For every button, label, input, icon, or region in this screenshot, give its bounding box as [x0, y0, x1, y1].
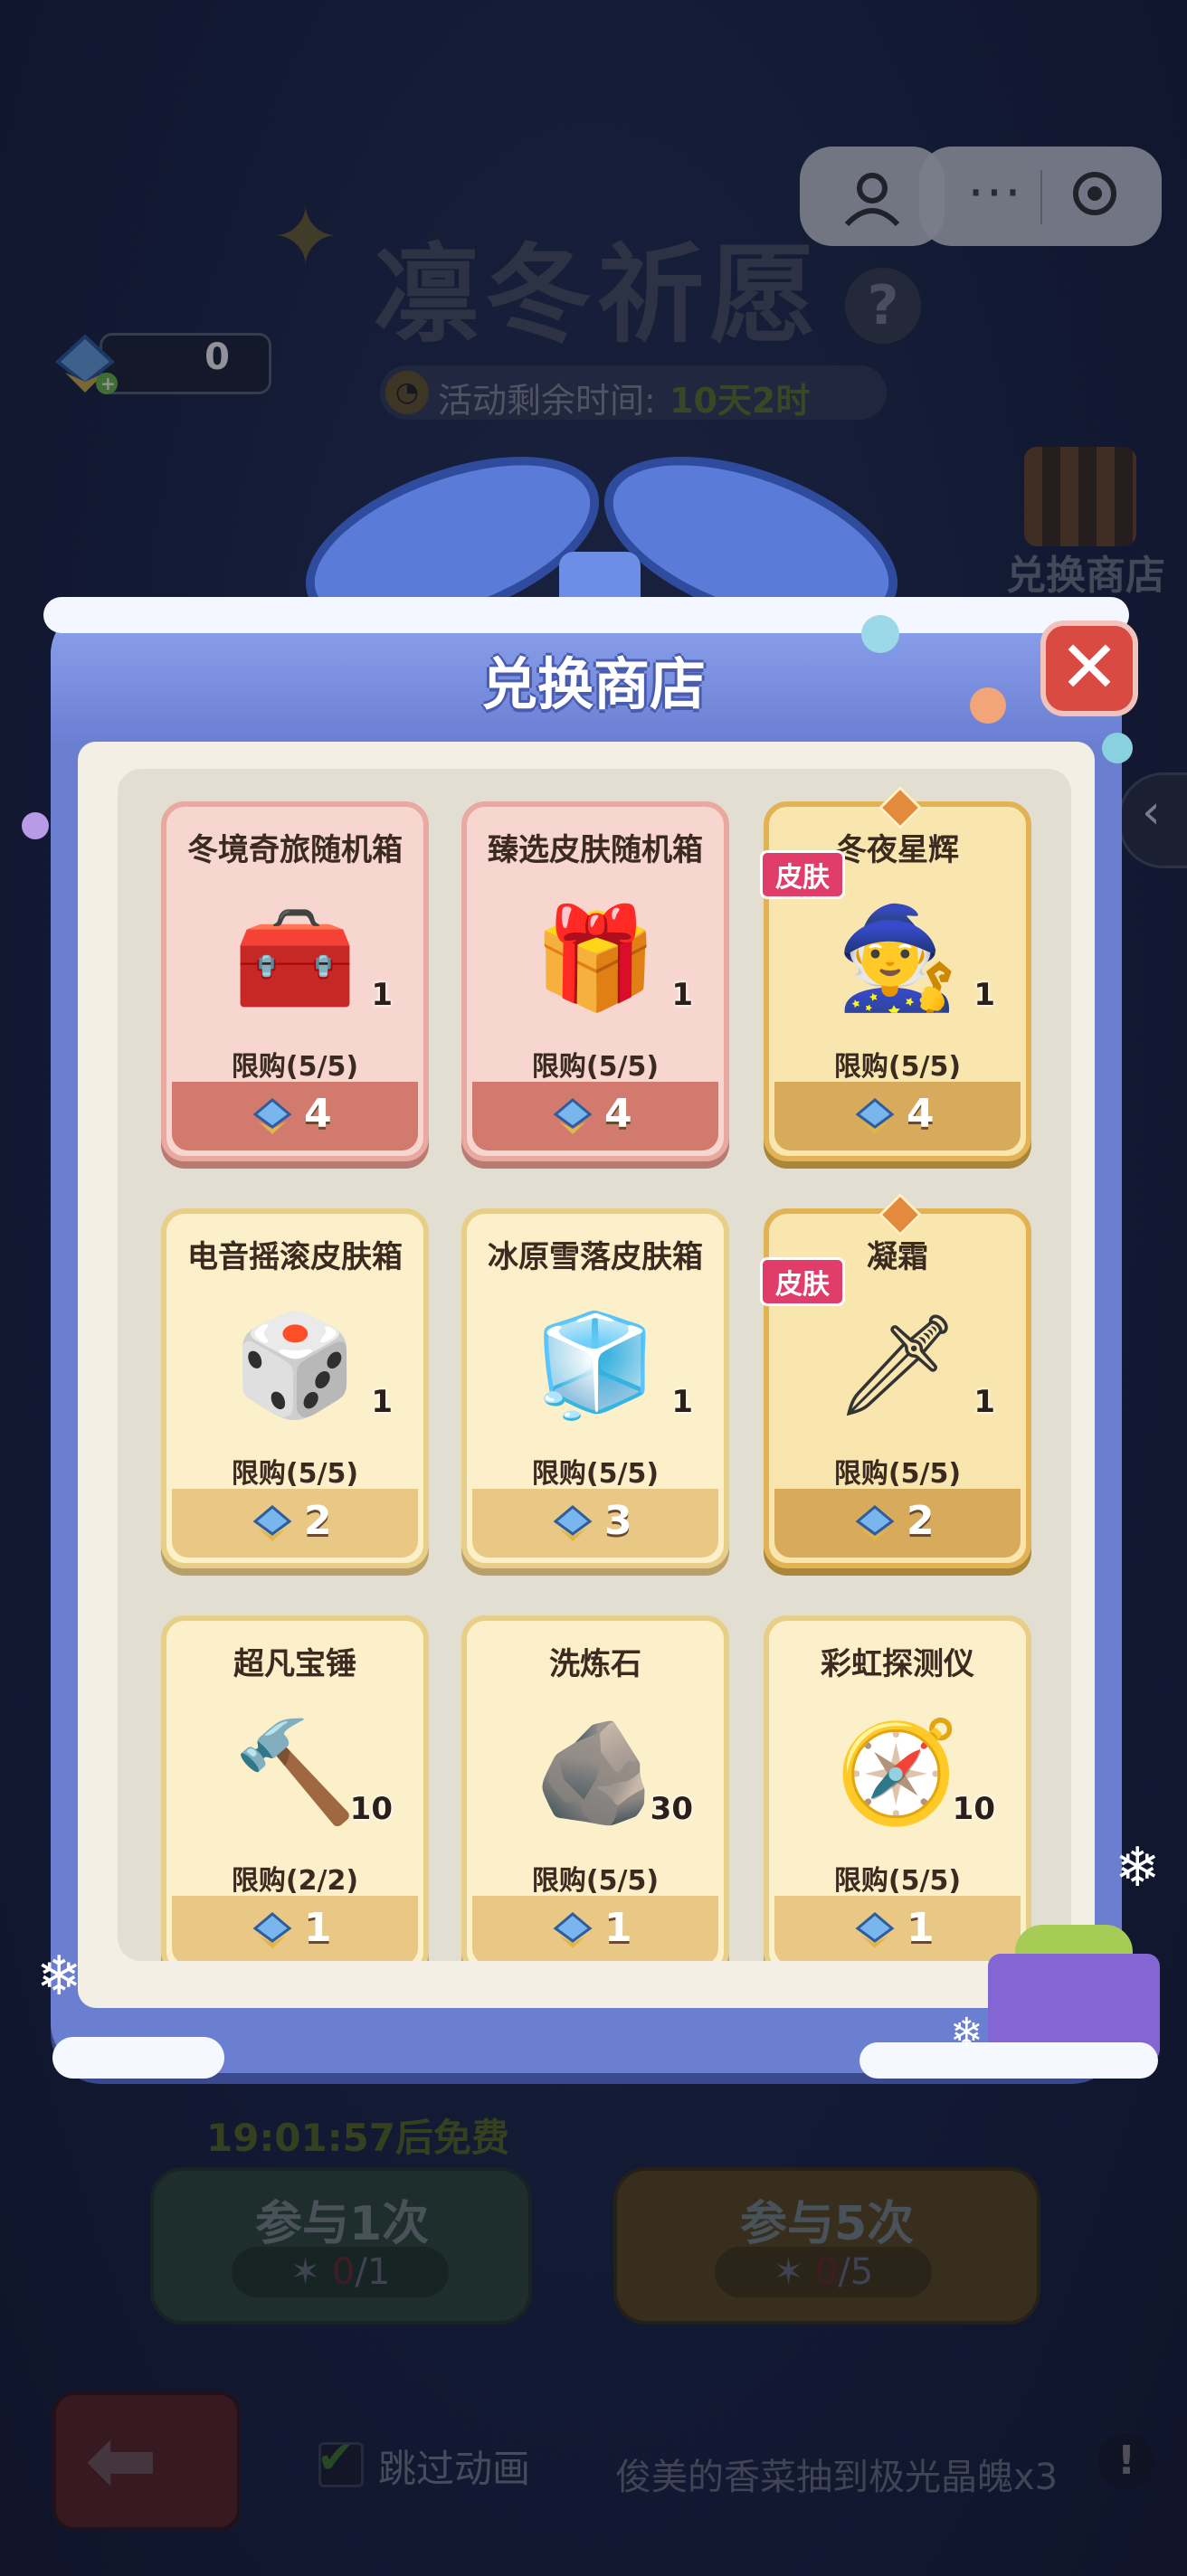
item-quantity: 1 — [973, 1384, 995, 1420]
purchase-limit: 限购(5/5) — [531, 1458, 660, 1490]
item-quantity: 1 — [371, 977, 393, 1013]
item-quantity: 1 — [973, 977, 995, 1013]
item-price: 3 — [604, 1498, 632, 1544]
buy-button[interactable]: 4 — [472, 1082, 718, 1151]
crystal-gem-icon — [553, 1098, 593, 1134]
crystal-gem-icon — [252, 1912, 292, 1948]
shop-item-card[interactable]: 超凡宝锤 🔨 10 限购(2/2) 1 — [161, 1615, 429, 1961]
treasure-chest-icon: 🧰 — [218, 881, 372, 1035]
purchase-limit: 限购(5/5) — [231, 1458, 359, 1490]
ornament-dot — [22, 812, 49, 839]
ornament-dot — [1102, 733, 1133, 763]
crystal-gem-icon — [553, 1505, 593, 1541]
purchase-limit: 限购(5/5) — [531, 1051, 660, 1083]
item-quantity: 30 — [650, 1791, 693, 1827]
item-price: 1 — [907, 1905, 935, 1951]
item-name: 洗炼石 — [549, 1646, 641, 1682]
item-quantity: 10 — [349, 1791, 393, 1827]
item-glyph: 🧙 — [835, 900, 960, 1016]
item-name: 冬境奇旅随机箱 — [187, 832, 403, 868]
item-glyph: 🧊 — [533, 1307, 658, 1423]
crystal-gem-icon — [252, 1505, 292, 1541]
skin-tag: 皮肤 — [760, 850, 845, 899]
item-name: 冰原雪落皮肤箱 — [488, 1239, 703, 1275]
item-glyph: 🧭 — [835, 1714, 960, 1830]
buy-button[interactable]: 1 — [472, 1896, 718, 1961]
item-quantity: 1 — [371, 1384, 393, 1420]
shop-item-card[interactable]: 臻选皮肤随机箱 🎁 1 限购(5/5) 4 — [461, 801, 729, 1161]
shop-item-card[interactable]: 冰原雪落皮肤箱 🧊 1 限购(5/5) 3 — [461, 1208, 729, 1568]
snow-pile — [52, 2037, 224, 2079]
buy-button[interactable]: 4 — [774, 1082, 1021, 1151]
crystal-gem-icon — [855, 1098, 895, 1134]
shop-item-card[interactable]: 彩虹探测仪 🧭 10 限购(5/5) 1 — [764, 1615, 1031, 1961]
purchase-limit: 限购(5/5) — [531, 1865, 660, 1897]
shop-item-card[interactable]: 电音摇滚皮肤箱 🎲 1 限购(5/5) 2 — [161, 1208, 429, 1568]
hero-skin-icon: 🧙 — [821, 881, 974, 1035]
hammer-icon: 🔨 — [218, 1695, 372, 1849]
item-name: 电音摇滚皮肤箱 — [187, 1239, 403, 1275]
buy-button[interactable]: 3 — [472, 1489, 718, 1558]
purchase-limit: 限购(5/5) — [833, 1458, 962, 1490]
item-quantity: 1 — [671, 977, 693, 1013]
shop-item-grid[interactable]: 冬境奇旅随机箱 🧰 1 限购(5/5) 4 臻选皮肤随机箱 🎁 1 限购(5/5) 4 冬夜星辉 🧙 皮… — [118, 769, 1071, 1961]
snowflake-icon: ❄ — [36, 1945, 82, 2008]
item-glyph: 🎁 — [533, 900, 658, 1016]
crystal-gem-icon — [855, 1505, 895, 1541]
buy-button[interactable]: 4 — [172, 1082, 418, 1151]
buy-button[interactable]: 1 — [774, 1896, 1021, 1961]
modal-title: 兑换商店 — [480, 651, 706, 717]
shop-item-card[interactable]: 洗炼石 🪨 30 限购(5/5) 1 — [461, 1615, 729, 1961]
crystal-gem-icon — [553, 1912, 593, 1948]
item-quantity: 1 — [671, 1384, 693, 1420]
item-name: 超凡宝锤 — [233, 1646, 356, 1682]
buy-button[interactable]: 2 — [774, 1489, 1021, 1558]
shop-item-card[interactable]: 冬夜星辉 🧙 皮肤 1 限购(5/5) 4 — [760, 785, 1031, 1161]
purchase-limit: 限购(5/5) — [231, 1051, 359, 1083]
ornament-dot — [970, 687, 1006, 724]
shop-item-card[interactable]: 冬境奇旅随机箱 🧰 1 限购(5/5) 4 — [161, 801, 429, 1161]
item-price: 4 — [907, 1091, 935, 1137]
item-price: 4 — [604, 1091, 632, 1137]
skin-tag: 皮肤 — [760, 1257, 845, 1306]
item-price: 2 — [304, 1498, 332, 1544]
snow-pile — [859, 2042, 1158, 2079]
purchase-limit: 限购(2/2) — [231, 1865, 359, 1897]
item-price: 4 — [304, 1091, 332, 1137]
close-button[interactable]: ✕ — [1040, 620, 1138, 716]
ice-sword-icon: 🗡 — [821, 1288, 974, 1442]
skin-box-ice-icon: 🧊 — [518, 1288, 672, 1442]
item-glyph: 🪨 — [533, 1714, 658, 1830]
purchase-limit: 限购(5/5) — [833, 1865, 962, 1897]
rarity-gem-icon — [878, 1192, 923, 1237]
snow-cap — [43, 597, 1129, 633]
item-glyph: 🗡 — [834, 1307, 961, 1423]
refining-stone-icon: 🪨 — [518, 1695, 672, 1849]
mystery-chest-icon: 🎁 — [518, 881, 672, 1035]
crystal-gem-icon — [855, 1912, 895, 1948]
buy-button[interactable]: 2 — [172, 1489, 418, 1558]
rainbow-detector-icon: 🧭 — [821, 1695, 974, 1849]
item-price: 1 — [604, 1905, 632, 1951]
ornament-dot — [861, 615, 899, 653]
item-name: 臻选皮肤随机箱 — [488, 832, 703, 868]
purchase-limit: 限购(5/5) — [833, 1051, 962, 1083]
skin-box-purple-icon: 🎲 — [218, 1288, 372, 1442]
item-glyph: 🔨 — [233, 1714, 357, 1830]
snowflake-icon: ❄ — [1115, 1836, 1161, 1899]
item-price: 2 — [907, 1498, 935, 1544]
crystal-gem-icon — [252, 1098, 292, 1134]
item-glyph: 🧰 — [233, 900, 357, 1016]
buy-button[interactable]: 1 — [172, 1896, 418, 1961]
item-price: 1 — [304, 1905, 332, 1951]
rarity-gem-icon — [878, 785, 923, 830]
item-glyph: 🎲 — [233, 1307, 357, 1423]
item-name: 彩虹探测仪 — [821, 1646, 974, 1682]
item-quantity: 10 — [952, 1791, 995, 1827]
shop-item-card[interactable]: 凝霜 🗡 皮肤 1 限购(5/5) 2 — [760, 1192, 1031, 1568]
snowflake-icon: ❄ — [950, 2010, 983, 2056]
